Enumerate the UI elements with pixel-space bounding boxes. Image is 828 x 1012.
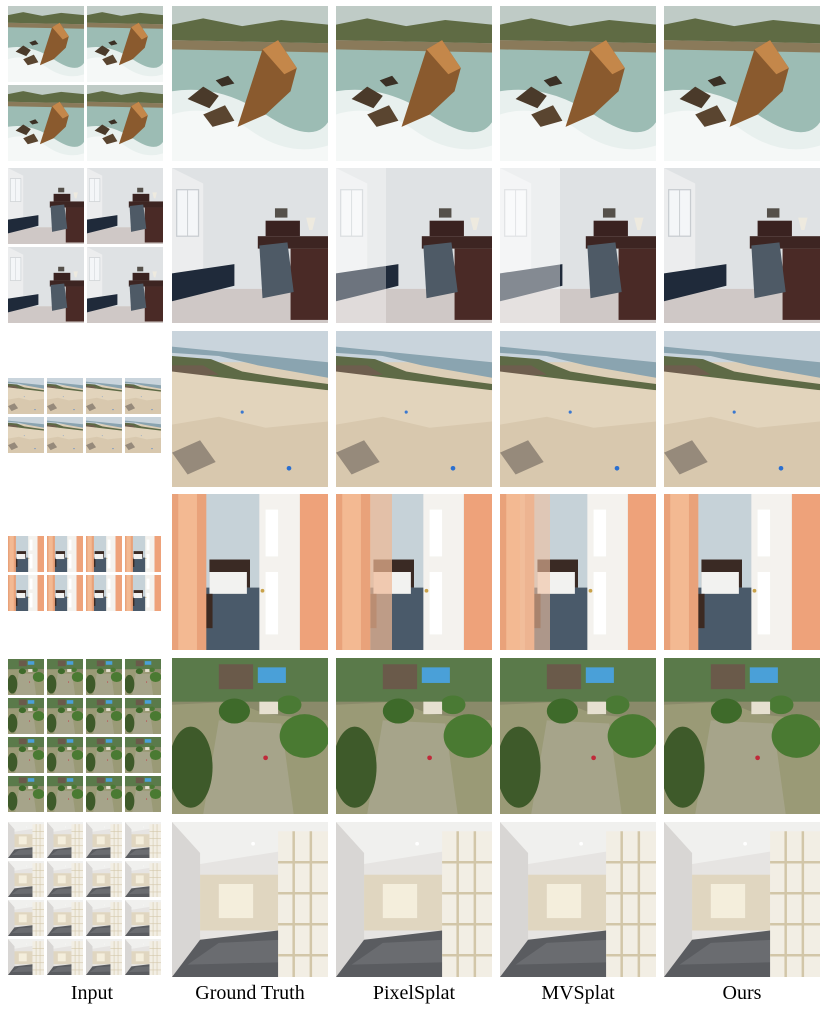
input-view	[87, 6, 163, 82]
input-view	[87, 247, 163, 323]
input-view	[86, 939, 122, 975]
input-view	[47, 939, 83, 975]
input-view	[125, 939, 161, 975]
input-view	[125, 698, 161, 734]
comparison-figure	[8, 6, 820, 977]
input-view	[47, 776, 83, 812]
column-label-input: Input	[70, 982, 114, 1004]
input-view	[86, 575, 122, 611]
row-garden-aerial	[8, 658, 820, 814]
pixelsplat-image	[336, 822, 492, 977]
input-view	[8, 737, 44, 773]
input-views	[8, 822, 161, 975]
input-view	[125, 575, 161, 611]
input-view	[8, 536, 44, 572]
input-view	[8, 822, 44, 858]
ours-image	[664, 658, 820, 814]
input-view	[125, 900, 161, 936]
ground-truth-image	[172, 658, 328, 814]
input-views	[8, 6, 163, 161]
mvsplat-image	[500, 822, 656, 977]
ours-image	[664, 822, 820, 977]
input-view	[8, 378, 44, 414]
column-label-ours: Ours	[722, 982, 762, 1004]
pixelsplat-image	[336, 6, 492, 161]
ground-truth-image	[172, 331, 328, 487]
input-view	[8, 575, 44, 611]
ours-image	[664, 331, 820, 487]
input-view	[8, 698, 44, 734]
input-view	[47, 536, 83, 572]
input-view	[8, 247, 84, 323]
input-view	[125, 659, 161, 695]
input-views	[8, 659, 161, 812]
input-view	[86, 900, 122, 936]
mvsplat-image	[500, 6, 656, 161]
column-label-mvsplat: MVSplat	[541, 982, 615, 1004]
input-view	[8, 659, 44, 695]
input-view	[86, 536, 122, 572]
row-bedroom-window	[8, 168, 820, 323]
column-label-ground-truth: Ground Truth	[195, 982, 305, 1004]
input-view	[125, 737, 161, 773]
input-view	[8, 776, 44, 812]
input-view	[47, 900, 83, 936]
input-view	[86, 417, 122, 453]
input-view	[87, 168, 163, 244]
input-view	[86, 378, 122, 414]
pixelsplat-image	[336, 494, 492, 650]
row-bedroom-door	[8, 494, 820, 650]
ground-truth-image	[172, 168, 328, 323]
row-basement-room	[8, 822, 820, 977]
ours-image	[664, 494, 820, 650]
input-view	[125, 536, 161, 572]
input-view	[47, 378, 83, 414]
input-view	[125, 822, 161, 858]
input-view	[86, 776, 122, 812]
input-view	[87, 85, 163, 161]
input-view	[86, 737, 122, 773]
input-view	[8, 417, 44, 453]
input-views	[8, 378, 161, 453]
input-view	[47, 575, 83, 611]
ours-image	[664, 168, 820, 323]
input-view	[47, 861, 83, 897]
row-coastal-rock	[8, 6, 820, 161]
ground-truth-image	[172, 494, 328, 650]
input-view	[47, 417, 83, 453]
input-view	[8, 85, 84, 161]
input-view	[8, 900, 44, 936]
mvsplat-image	[500, 331, 656, 487]
input-view	[8, 6, 84, 82]
input-view	[47, 822, 83, 858]
row-beach-aerial	[8, 331, 820, 487]
input-view	[47, 737, 83, 773]
input-view	[8, 939, 44, 975]
input-view	[86, 698, 122, 734]
input-view	[47, 698, 83, 734]
pixelsplat-image	[336, 331, 492, 487]
input-views	[8, 168, 163, 323]
mvsplat-image	[500, 658, 656, 814]
input-view	[8, 168, 84, 244]
input-view	[86, 822, 122, 858]
input-view	[86, 861, 122, 897]
pixelsplat-image	[336, 658, 492, 814]
column-label-pixelsplat: PixelSplat	[372, 982, 456, 1004]
input-view	[125, 776, 161, 812]
input-views	[8, 536, 161, 611]
ground-truth-image	[172, 6, 328, 161]
input-view	[47, 659, 83, 695]
input-view	[125, 417, 161, 453]
ground-truth-image	[172, 822, 328, 977]
input-view	[125, 861, 161, 897]
ours-image	[664, 6, 820, 161]
input-view	[8, 861, 44, 897]
input-view	[125, 378, 161, 414]
input-view	[86, 659, 122, 695]
column-labels: Input Ground Truth PixelSplat MVSplat Ou…	[0, 978, 828, 1012]
